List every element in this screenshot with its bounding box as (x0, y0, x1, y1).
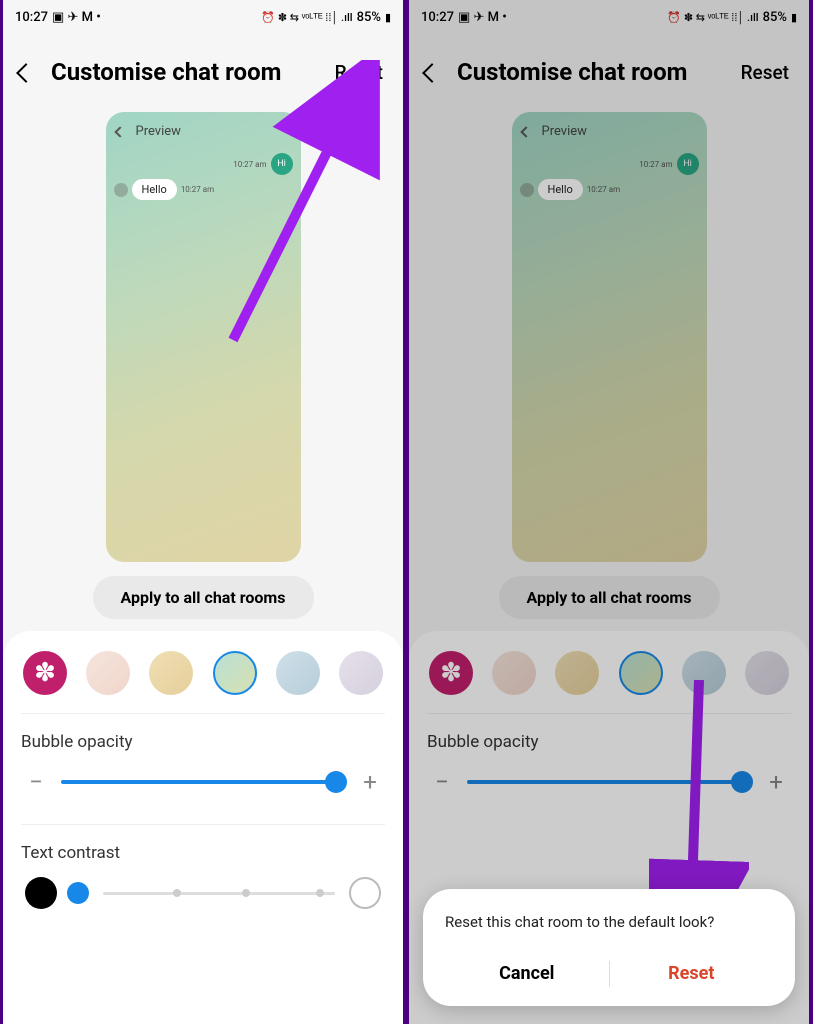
preview-card: Preview 10:27 am Hi Hello 10:27 am (512, 112, 707, 562)
color-swatch-2[interactable] (149, 651, 193, 695)
apply-all-button[interactable]: Apply to all chat rooms (499, 576, 720, 619)
message-time: 10:27 am (233, 160, 266, 169)
message-row-sent: 10:27 am Hi (512, 151, 707, 177)
status-time: 10:27 (15, 10, 48, 25)
preview-back-icon (520, 126, 531, 137)
page-header: Customise chat room Reset (409, 30, 809, 104)
message-bubble-hi: Hi (677, 153, 699, 175)
status-right: ⏰ ✽ ⇆ ᵛᵒᴸᵀᴱ ⁞⁞│ .ıll 85% ▮ (667, 10, 797, 25)
opacity-minus-button[interactable]: − (431, 768, 453, 796)
phone-right: 10:27 ▣ ✈ M • ⏰ ✽ ⇆ ᵛᵒᴸᵀᴱ ⁞⁞│ .ıll 85% ▮… (409, 0, 809, 1024)
contrast-slider-thumb[interactable] (67, 882, 89, 904)
contrast-row (21, 873, 385, 913)
preview-header: Preview (512, 112, 707, 151)
status-left-icons: ▣ ✈ M • (458, 10, 507, 25)
color-swatch-3-selected[interactable] (213, 651, 257, 695)
dialog-cancel-button[interactable]: Cancel (445, 955, 609, 992)
color-swatch-1[interactable] (492, 651, 536, 695)
color-swatch-custom[interactable]: ✽ (23, 651, 67, 695)
opacity-plus-button[interactable]: + (359, 768, 381, 796)
color-swatch-5[interactable] (745, 651, 789, 695)
flower-icon: ✽ (440, 658, 462, 688)
page-title: Customise chat room (457, 58, 741, 86)
color-swatch-custom[interactable]: ✽ (429, 651, 473, 695)
preview-back-icon (114, 126, 125, 137)
color-swatch-4[interactable] (276, 651, 320, 695)
battery-percent: 85% (357, 10, 381, 25)
opacity-plus-button[interactable]: + (765, 768, 787, 796)
contrast-slider[interactable] (103, 892, 335, 895)
color-swatch-3-selected[interactable] (619, 651, 663, 695)
battery-percent: 85% (763, 10, 787, 25)
message-row-received: Hello 10:27 am (106, 177, 301, 202)
preview-label: Preview (542, 124, 587, 139)
status-right-icons: ⏰ ✽ ⇆ ᵛᵒᴸᵀᴱ ⁞⁞│ .ıll (261, 11, 352, 24)
tick (316, 889, 324, 897)
opacity-label: Bubble opacity (21, 732, 385, 752)
reset-button[interactable]: Reset (335, 61, 383, 84)
opacity-slider-row: − + (427, 762, 791, 802)
page-header: Customise chat room Reset (3, 30, 403, 104)
color-row: ✽ (21, 651, 385, 714)
status-left: 10:27 ▣ ✈ M • (15, 10, 101, 25)
tick (242, 889, 250, 897)
contrast-black[interactable] (25, 877, 57, 909)
preview-area: Preview 10:27 am Hi Hello 10:27 am (409, 104, 809, 576)
dialog-reset-button[interactable]: Reset (610, 955, 774, 992)
opacity-slider-thumb[interactable] (731, 771, 753, 793)
flower-icon: ✽ (34, 658, 56, 688)
opacity-slider[interactable] (467, 780, 751, 784)
dialog-actions: Cancel Reset (445, 955, 773, 992)
battery-icon: ▮ (791, 11, 797, 24)
preview-header: Preview (106, 112, 301, 151)
opacity-label: Bubble opacity (427, 732, 791, 752)
back-icon[interactable] (422, 63, 442, 83)
message-row-sent: 10:27 am Hi (106, 151, 301, 177)
preview-card: Preview 10:27 am Hi Hello 10:27 am (106, 112, 301, 562)
status-bar: 10:27 ▣ ✈ M • ⏰ ✽ ⇆ ᵛᵒᴸᵀᴱ ⁞⁞│ .ıll 85% ▮ (409, 0, 809, 30)
opacity-slider-thumb[interactable] (325, 771, 347, 793)
status-time: 10:27 (421, 10, 454, 25)
color-swatch-2[interactable] (555, 651, 599, 695)
phone-left: 10:27 ▣ ✈ M • ⏰ ✽ ⇆ ᵛᵒᴸᵀᴱ ⁞⁞│ .ıll 85% ▮… (3, 0, 403, 1024)
message-time: 10:27 am (181, 185, 214, 194)
page-title: Customise chat room (51, 58, 335, 86)
divider (21, 824, 385, 825)
bottom-panel: ✽ Bubble opacity − + Text contrast (3, 631, 403, 1024)
preview-label: Preview (136, 124, 181, 139)
back-icon[interactable] (16, 63, 36, 83)
contrast-white[interactable] (349, 877, 381, 909)
color-swatch-1[interactable] (86, 651, 130, 695)
reset-button[interactable]: Reset (741, 61, 789, 84)
color-swatch-4[interactable] (682, 651, 726, 695)
color-swatch-5[interactable] (339, 651, 383, 695)
message-time: 10:27 am (587, 185, 620, 194)
dialog-text: Reset this chat room to the default look… (445, 913, 773, 931)
apply-all-button[interactable]: Apply to all chat rooms (93, 576, 314, 619)
status-right-icons: ⏰ ✽ ⇆ ᵛᵒᴸᵀᴱ ⁞⁞│ .ıll (667, 11, 758, 24)
message-bubble-hi: Hi (271, 153, 293, 175)
contrast-label: Text contrast (21, 843, 385, 863)
message-bubble-hello: Hello (132, 179, 177, 200)
status-right: ⏰ ✽ ⇆ ᵛᵒᴸᵀᴱ ⁞⁞│ .ıll 85% ▮ (261, 10, 391, 25)
reset-dialog: Reset this chat room to the default look… (423, 889, 795, 1006)
opacity-slider[interactable] (61, 780, 345, 784)
opacity-minus-button[interactable]: − (25, 768, 47, 796)
message-row-received: Hello 10:27 am (512, 177, 707, 202)
opacity-slider-row: − + (21, 762, 385, 802)
tick (173, 889, 181, 897)
message-bubble-hello: Hello (538, 179, 583, 200)
message-time: 10:27 am (639, 160, 672, 169)
avatar-icon (520, 183, 534, 197)
status-left-icons: ▣ ✈ M • (52, 10, 101, 25)
status-left: 10:27 ▣ ✈ M • (421, 10, 507, 25)
preview-area: Preview 10:27 am Hi Hello 10:27 am (3, 104, 403, 576)
color-row: ✽ (427, 651, 791, 714)
battery-icon: ▮ (385, 11, 391, 24)
status-bar: 10:27 ▣ ✈ M • ⏰ ✽ ⇆ ᵛᵒᴸᵀᴱ ⁞⁞│ .ıll 85% ▮ (3, 0, 403, 30)
avatar-icon (114, 183, 128, 197)
